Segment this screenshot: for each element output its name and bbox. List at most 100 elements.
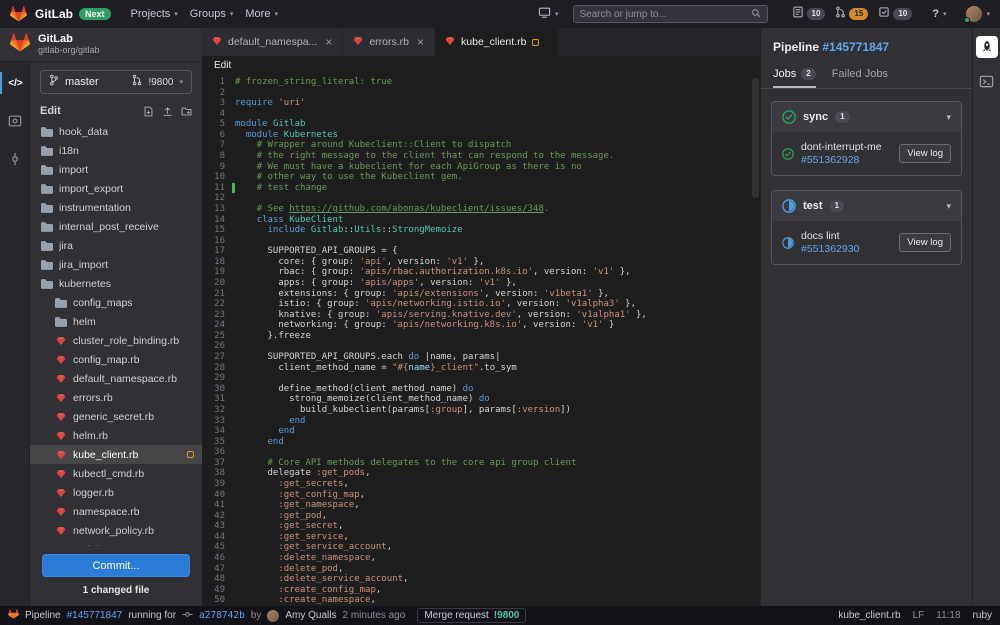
line-ending-indicator[interactable]: LF xyxy=(913,610,925,621)
folder-icon xyxy=(40,202,54,213)
tree-item-kubernetes[interactable]: kubernetes xyxy=(30,274,202,293)
help-menu[interactable]: ? ▾ xyxy=(932,8,946,20)
job-id-link[interactable]: #551362928 xyxy=(801,154,859,166)
language-indicator[interactable]: ruby xyxy=(973,610,992,621)
pipeline-panel: Pipeline #145771847 Jobs 2 Failed Jobs syn… xyxy=(760,28,972,606)
project-header[interactable]: GitLab gitlab-org/gitlab xyxy=(0,28,202,62)
code-line: 29 xyxy=(202,373,760,384)
search-input[interactable]: Search or jump to... xyxy=(572,5,768,23)
cursor-position[interactable]: 11:18 xyxy=(936,610,960,621)
tree-item-internal_post_receive[interactable]: internal_post_receive xyxy=(30,217,202,236)
merge-request-chip[interactable]: Merge request !9800 xyxy=(417,608,527,623)
terminal-icon[interactable] xyxy=(976,70,998,92)
tree-item-config_maps[interactable]: config_maps xyxy=(30,293,202,312)
editor-tab-errors.rb[interactable]: errors.rb × xyxy=(343,28,436,56)
nav-menu-projects[interactable]: Projects ▾ xyxy=(131,8,178,20)
editor-tab-default_namespa...[interactable]: default_namespa... × xyxy=(202,28,344,56)
pipeline-id-link[interactable]: #145771847 xyxy=(822,40,889,54)
merge-requests-counter[interactable]: 15 xyxy=(835,5,869,23)
line-number: 33 xyxy=(214,415,225,426)
upload-file-icon[interactable] xyxy=(162,106,173,117)
code-text: apps: { group: 'apis/apps', version: 'v1… xyxy=(235,277,517,288)
tree-item-cluster_role_binding.rb[interactable]: cluster_role_binding.rb xyxy=(30,331,202,350)
job-id-link[interactable]: #551362930 xyxy=(801,243,859,255)
commit-sha-link[interactable]: a278742b xyxy=(199,610,245,621)
new-folder-icon[interactable] xyxy=(181,106,192,117)
new-file-icon[interactable] xyxy=(143,106,154,117)
code-icon[interactable]: </> xyxy=(0,72,30,94)
editor-tab-kube_client.rb[interactable]: kube_client.rb xyxy=(435,28,559,56)
close-icon[interactable]: × xyxy=(325,35,332,49)
tree-item-hook_data[interactable]: hook_data xyxy=(30,122,202,141)
tree-item-import[interactable]: import xyxy=(30,160,202,179)
ruby-file-icon xyxy=(54,488,68,498)
nav-menu-label: More xyxy=(245,8,271,20)
tree-item-helm.rb[interactable]: helm.rb xyxy=(30,426,202,445)
file-tree: hook_data i18n import import_export instrume… xyxy=(30,122,202,546)
todos-counter[interactable]: 10 xyxy=(878,5,913,23)
code-line: 34 end xyxy=(202,426,760,437)
line-number: 27 xyxy=(214,352,225,363)
tree-item-logger.rb[interactable]: logger.rb xyxy=(30,483,202,502)
commit-icon[interactable] xyxy=(0,148,30,170)
review-icon[interactable] xyxy=(0,110,30,132)
nav-menu-groups[interactable]: Groups ▾ xyxy=(190,8,234,20)
tree-item-helm[interactable]: helm xyxy=(30,312,202,331)
code-text: knative: { group: 'apis/serving.knative.… xyxy=(235,309,647,320)
tree-item-jira_import[interactable]: jira_import xyxy=(30,255,202,274)
tree-item-kubectl_cmd.rb[interactable]: kubectl_cmd.rb xyxy=(30,464,202,483)
branch-selector[interactable]: master !9800 ▾ xyxy=(40,70,192,94)
chevron-down-icon: ▾ xyxy=(946,200,951,211)
pipelines-icon[interactable] xyxy=(975,36,998,58)
tree-item-jira[interactable]: jira xyxy=(30,236,202,255)
view-log-button[interactable]: View log xyxy=(899,144,951,163)
pipeline-id-link[interactable]: #145771847 xyxy=(67,610,123,621)
ruby-file-icon xyxy=(54,469,68,479)
tree-item-network_policy.rb[interactable]: network_policy.rb xyxy=(30,521,202,540)
code-line: 44 :get_service, xyxy=(202,532,760,543)
stage-header-sync[interactable]: sync 1 ▾ xyxy=(772,102,961,132)
environment-switcher[interactable]: ▾ xyxy=(538,7,559,21)
code-line: 23 knative: { group: 'apis/serving.knati… xyxy=(202,310,760,321)
ruby-file-icon xyxy=(54,374,68,384)
stage-name: sync xyxy=(803,111,829,123)
tree-item-errors.rb[interactable]: errors.rb xyxy=(30,388,202,407)
line-number: 14 xyxy=(214,214,225,225)
ruby-file-icon xyxy=(54,507,68,517)
code-line: 22 istio: { group: 'apis/networking.isti… xyxy=(202,299,760,310)
tree-item-i18n[interactable]: i18n xyxy=(30,141,202,160)
tree-item-generic_secret.rb[interactable]: generic_secret.rb xyxy=(30,407,202,426)
editor-mode-label[interactable]: Edit xyxy=(214,60,231,71)
right-activity-bar xyxy=(972,28,1000,606)
issues-counter[interactable]: 10 xyxy=(792,5,826,23)
code-line: 5 module Gitlab xyxy=(202,119,760,130)
tree-item-default_namespace.rb[interactable]: default_namespace.rb xyxy=(30,369,202,388)
stage-header-test[interactable]: test 1 ▾ xyxy=(772,191,961,221)
code-line: 20 apps: { group: 'apis/apps', version: … xyxy=(202,278,760,289)
line-number: 44 xyxy=(214,531,225,542)
by-label: by xyxy=(250,610,262,621)
changed-files-count: 1 changed file xyxy=(82,585,150,596)
tree-item-kube_client.rb[interactable]: kube_client.rb xyxy=(30,445,202,464)
tree-item-namespace.rb[interactable]: namespace.rb xyxy=(30,502,202,521)
gitlab-logo-icon[interactable] xyxy=(10,6,27,22)
tree-item-config_map.rb[interactable]: config_map.rb xyxy=(30,350,202,369)
close-icon[interactable]: × xyxy=(417,35,424,49)
editor-scrollbar[interactable] xyxy=(752,78,759,198)
code-editor[interactable]: 1 # frozen_string_literal: true 2 3 require … xyxy=(202,74,760,606)
code-line: 24 networking: { group: 'apis/networking… xyxy=(202,320,760,331)
tab-jobs[interactable]: Jobs 2 xyxy=(773,62,816,88)
nav-menu-more[interactable]: More ▾ xyxy=(245,8,278,20)
tree-item-label: namespace.rb xyxy=(73,505,140,518)
tab-label: default_namespa... xyxy=(228,36,318,48)
code-text: client_method_name = "#{name}_client".to… xyxy=(235,362,517,373)
branch-icon xyxy=(49,73,59,91)
tree-item-import_export[interactable]: import_export xyxy=(30,179,202,198)
tree-item-instrumentation[interactable]: instrumentation xyxy=(30,198,202,217)
merge-request-ref-link[interactable]: !9800 xyxy=(494,610,520,621)
user-menu[interactable]: ▾ xyxy=(964,6,990,23)
tab-failed-jobs[interactable]: Failed Jobs xyxy=(832,62,888,88)
view-log-button[interactable]: View log xyxy=(899,233,951,252)
commit-button[interactable]: Commit... xyxy=(42,554,190,577)
